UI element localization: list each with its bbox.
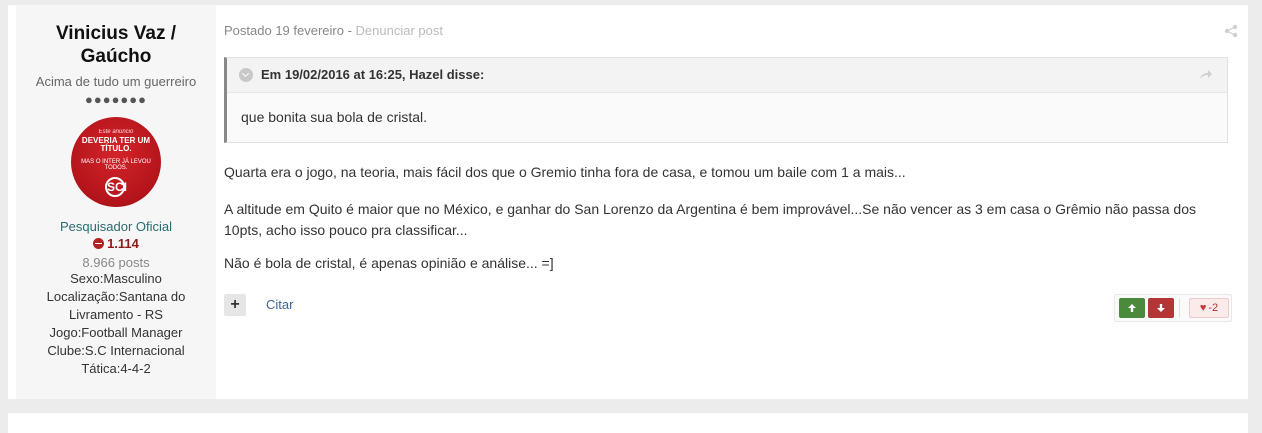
divider [1179, 298, 1180, 318]
quote-citation: Em 19/02/2016 at 16:25, Hazel disse: [261, 67, 485, 82]
profile-field: Localização:Santana do Livramento - RS [46, 289, 186, 322]
profile-field: Sexo:Masculino [70, 271, 162, 286]
rank-pips: ●●●●●●● [85, 92, 147, 107]
arrow-up-icon [1128, 304, 1136, 312]
reputation-score[interactable]: ♥ -2 [1189, 298, 1229, 318]
reputation-value: 1.114 [107, 236, 139, 251]
profile-fields: Sexo:Masculino Localização:Santana do Li… [16, 270, 216, 378]
profile-field: Clube:S.C Internacional [47, 343, 185, 358]
downvote-button[interactable] [1148, 298, 1174, 318]
profile-field: Tática:4-4-2 [81, 361, 151, 376]
quote-button[interactable]: Citar [266, 297, 293, 312]
upvote-button[interactable] [1119, 298, 1145, 318]
profile-field: Jogo:Football Manager [49, 325, 183, 340]
meta-separator: - [343, 23, 356, 38]
arrow-down-icon [1157, 304, 1165, 312]
quote-jump-icon[interactable] [1199, 69, 1213, 81]
share-icon[interactable] [1224, 24, 1238, 38]
quote-block: Em 19/02/2016 at 16:25, Hazel disse: que… [224, 57, 1228, 143]
author-name[interactable]: Vinicius Vaz / Gaúcho [16, 22, 216, 68]
post-body: Quarta era o jogo, na teoria, mais fácil… [224, 162, 1224, 286]
negative-reputation-icon [93, 238, 105, 249]
next-post-container [8, 413, 1248, 433]
member-group: Pesquisador Oficial [60, 219, 172, 234]
author-panel: Vinicius Vaz / Gaúcho Acima de tudo um g… [16, 5, 216, 399]
post-paragraph: A altitude em Quito é maior que no Méxic… [224, 201, 1197, 238]
avatar-line3: MAS O INTER JÁ LEVOU TODOS. [81, 159, 151, 171]
author-title: Acima de tudo um guerreiro [35, 74, 197, 89]
avatar[interactable]: Este anúncio DEVERIA TER UM TÍTULO. MAS … [71, 117, 161, 207]
reputation: 1.114 [16, 236, 216, 251]
club-crest-icon: SCI [105, 177, 127, 197]
collapse-chevron-icon[interactable] [239, 68, 253, 82]
post-count: 8.966 posts [82, 255, 150, 270]
post-meta: Postado 19 fevereiro - Denunciar post [224, 23, 443, 38]
score-value: -2 [1208, 302, 1219, 314]
reputation-controls: ♥ -2 [1114, 294, 1232, 322]
avatar-line1: Este anúncio [98, 129, 134, 135]
heart-icon: ♥ [1199, 302, 1207, 314]
post-date[interactable]: Postado 19 fevereiro [224, 23, 344, 38]
post-container: Vinicius Vaz / Gaúcho Acima de tudo um g… [8, 5, 1248, 399]
post-paragraph: Não é bola de cristal, é apenas opinião … [224, 255, 554, 271]
post-paragraph: Quarta era o jogo, na teoria, mais fácil… [224, 164, 906, 180]
quote-body: que bonita sua bola de cristal. [241, 109, 428, 125]
multiquote-button[interactable]: + [224, 294, 246, 316]
quote-header: Em 19/02/2016 at 16:25, Hazel disse: [227, 58, 1227, 93]
report-post-link[interactable]: Denunciar post [356, 23, 443, 38]
avatar-line2: DEVERIA TER UM TÍTULO. [81, 136, 151, 153]
